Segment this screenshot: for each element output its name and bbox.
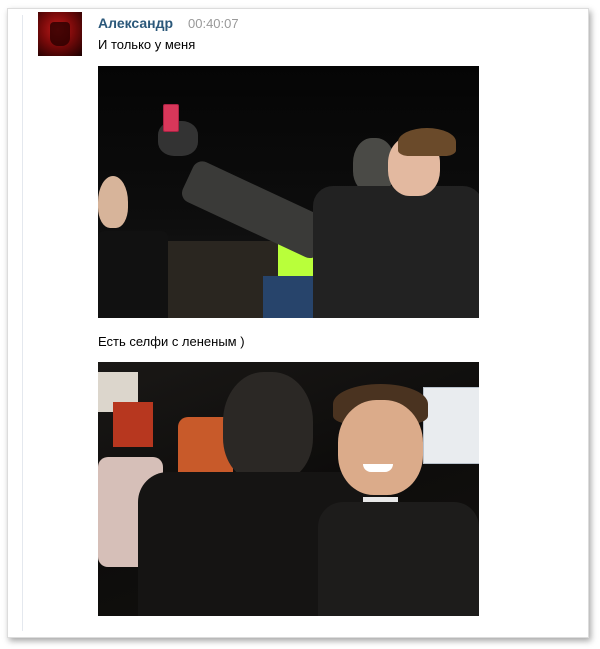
man-face — [338, 400, 423, 495]
poster-object — [423, 387, 479, 464]
bystander-figure — [98, 231, 168, 318]
statue-head — [223, 372, 313, 482]
author-name[interactable]: Александр — [98, 15, 173, 31]
photo-attachment-1[interactable] — [98, 66, 479, 318]
avatar-silhouette — [50, 22, 70, 46]
message-card: Александр 00:40:07 И только у меня Есть … — [7, 8, 589, 638]
man-jacket — [313, 186, 479, 318]
frame-object — [113, 402, 153, 447]
photo-caption: Есть селфи с лененым ) — [98, 334, 245, 349]
avatar[interactable] — [38, 12, 82, 56]
message-text: И только у меня — [98, 37, 196, 52]
man-jacket — [318, 502, 479, 616]
phone-in-hand — [163, 104, 179, 132]
man-hair — [398, 128, 456, 156]
thread-line — [22, 15, 23, 631]
bystander-head — [98, 176, 128, 228]
man-smile — [363, 464, 393, 472]
message-time[interactable]: 00:40:07 — [188, 16, 239, 31]
photo-attachment-2[interactable] — [98, 362, 479, 616]
blue-jacket-figure — [263, 276, 318, 318]
